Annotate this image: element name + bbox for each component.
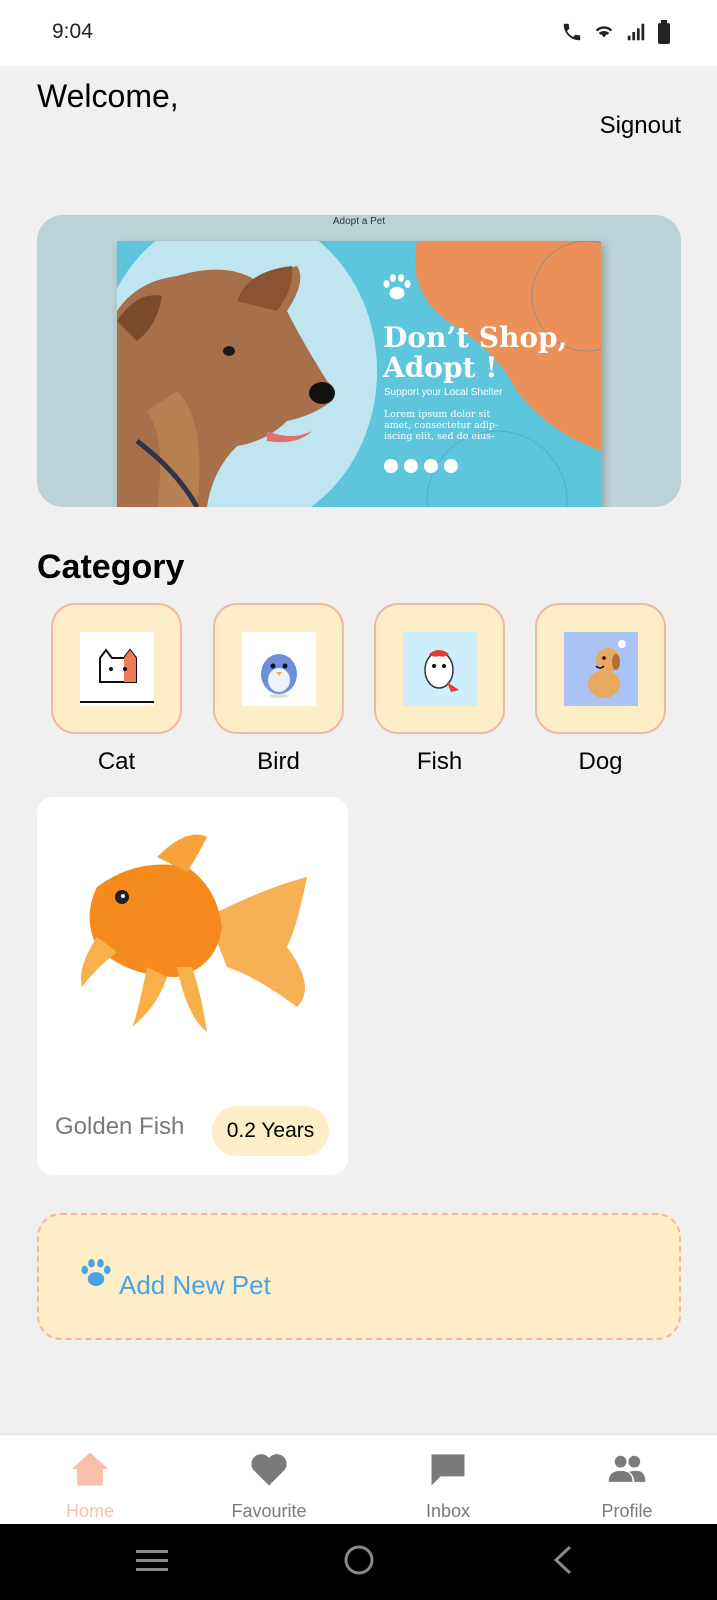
category-item-bird[interactable]: Bird <box>213 603 344 776</box>
status-bar: 9:04 <box>0 0 717 66</box>
pet-name: Golden Fish <box>55 1113 185 1140</box>
nav-label: Profile <box>601 1501 653 1521</box>
poster-body: Lorem ipsum dolor sit amet, consectetur … <box>384 409 524 442</box>
nav-label: Favourite <box>231 1501 307 1521</box>
facebook-icon <box>404 459 418 473</box>
pet-age-badge: 0.2 Years <box>212 1106 329 1156</box>
banner-poster: Don’t Shop, Adopt ! Support your Local S… <box>117 241 601 507</box>
category-tile[interactable] <box>51 603 182 734</box>
nav-label: Inbox <box>425 1501 471 1521</box>
banner-caption: Adopt a Pet <box>332 216 386 227</box>
category-item-fish[interactable]: Fish <box>374 603 505 776</box>
category-label: Dog <box>578 748 623 775</box>
twitter-icon <box>424 459 438 473</box>
status-time: 9:04 <box>52 20 93 43</box>
poster-headline-line2: Adopt ! <box>383 351 498 384</box>
dog-photo <box>117 266 335 507</box>
bird-icon <box>241 631 316 706</box>
dog-icon <box>563 631 638 706</box>
add-new-pet-button[interactable]: Add New Pet <box>37 1213 681 1340</box>
category-title: Category <box>37 548 185 586</box>
home-icon <box>71 1452 109 1486</box>
back-icon[interactable] <box>546 1542 582 1578</box>
adopt-banner[interactable]: Adopt a Pet Don’t Shop, Adopt ! Support … <box>37 215 681 507</box>
paw-icon <box>81 1259 111 1286</box>
instagram-icon <box>384 459 398 473</box>
nav-favourite[interactable]: Favourite <box>179 1435 359 1525</box>
poster-headline-line1: Don’t Shop, <box>383 321 568 354</box>
pet-card[interactable]: Golden Fish 0.2 Years <box>37 797 348 1175</box>
category-label: Bird <box>257 748 300 775</box>
signal-icon <box>627 23 645 41</box>
category-tile[interactable] <box>213 603 344 734</box>
poster-social-icons <box>384 459 458 473</box>
people-icon <box>608 1455 646 1482</box>
chat-icon <box>431 1454 465 1486</box>
status-icons <box>561 20 671 44</box>
menu-icon[interactable] <box>134 1542 170 1578</box>
battery-icon <box>658 20 670 44</box>
nav-profile[interactable]: Profile <box>537 1435 717 1525</box>
category-tile[interactable] <box>535 603 666 734</box>
category-label: Cat <box>97 748 136 775</box>
heart-icon <box>251 1454 287 1486</box>
home-circle-icon[interactable] <box>341 1542 377 1578</box>
category-item-cat[interactable]: Cat <box>51 603 182 776</box>
wifi-call-icon <box>563 23 581 41</box>
poster-body-line1: Lorem ipsum dolor sit <box>384 409 491 420</box>
wifi-icon <box>595 26 613 38</box>
signout-button[interactable]: Signout <box>600 112 681 140</box>
poster-subtitle: Support your Local Shelter <box>384 387 503 398</box>
poster-body-line3: iscing elit, sed do eius- <box>384 431 495 442</box>
goldfish-image <box>81 834 307 1032</box>
category-tile[interactable] <box>374 603 505 734</box>
welcome-text: Welcome, <box>37 78 179 114</box>
add-new-pet-label: Add New Pet <box>119 1270 271 1300</box>
cat-icon <box>79 631 154 706</box>
nav-inbox[interactable]: Inbox <box>358 1435 538 1525</box>
category-item-dog[interactable]: Dog <box>535 603 666 776</box>
nav-label: Home <box>65 1501 114 1521</box>
category-label: Fish <box>416 748 463 775</box>
paw-print-icon <box>383 274 411 300</box>
bottom-nav: Home Favourite Inbox Profile <box>0 1434 717 1524</box>
poster-headline: Don’t Shop, Adopt ! <box>383 323 567 383</box>
nav-home[interactable]: Home <box>0 1435 180 1525</box>
system-nav-bar <box>0 1524 717 1600</box>
fish-icon <box>402 631 477 706</box>
whatsapp-icon <box>444 459 458 473</box>
poster-body-line2: amet, consectetur adip- <box>384 420 499 431</box>
